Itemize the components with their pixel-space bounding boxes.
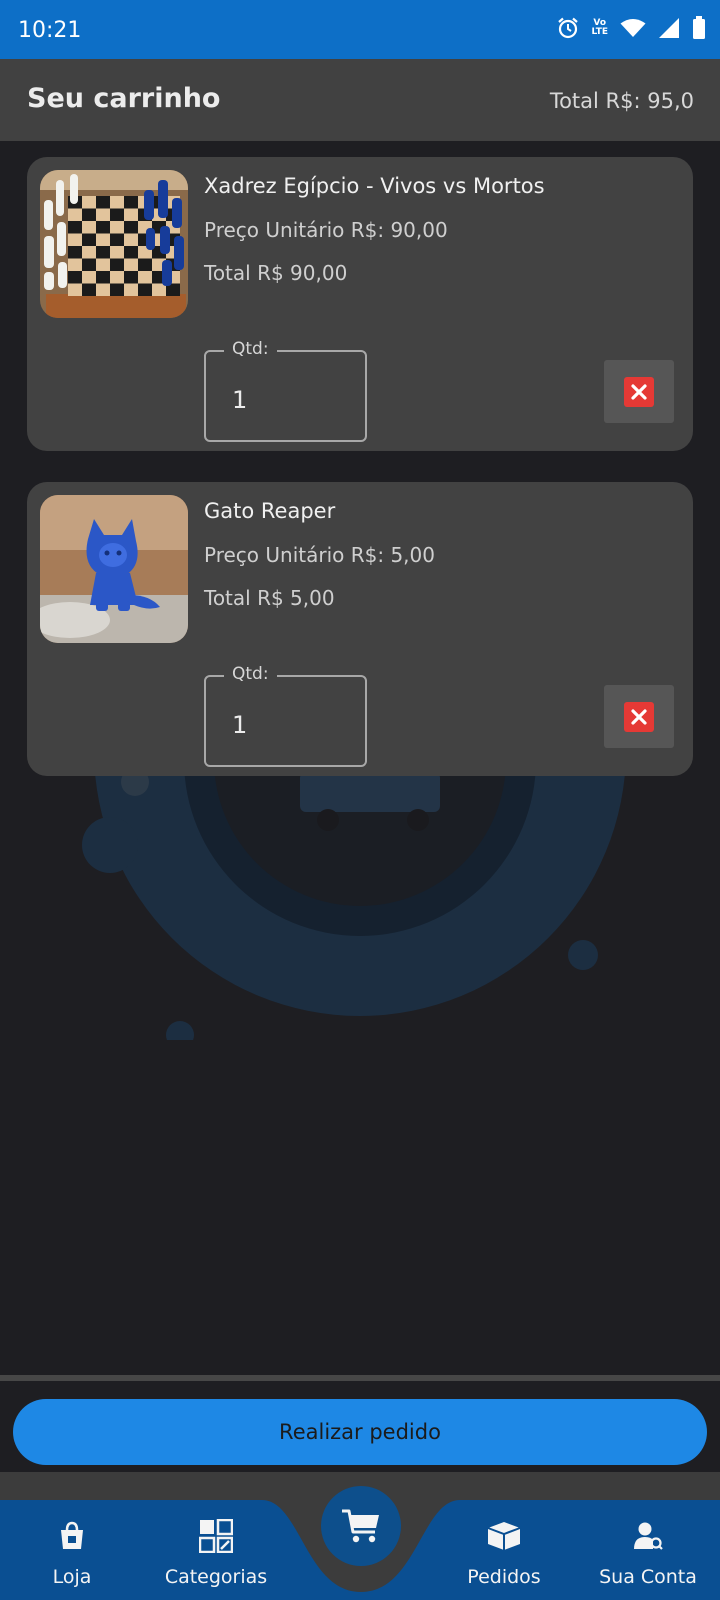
wifi-icon xyxy=(620,19,646,37)
blue-cat-figurine-photo xyxy=(40,495,188,643)
volte-indicator: Vo LTE xyxy=(591,18,608,37)
quantity-field[interactable]: Qtd: 1 xyxy=(204,339,367,442)
place-order-button[interactable]: Realizar pedido xyxy=(13,1399,707,1465)
quantity-value[interactable]: 1 xyxy=(232,711,247,739)
account-icon xyxy=(634,1522,663,1550)
unit-price: Preço Unitário R$: 90,00 xyxy=(204,218,448,242)
unit-price: Preço Unitário R$: 5,00 xyxy=(204,543,435,567)
page-title: Seu carrinho xyxy=(27,83,221,114)
quantity-field[interactable]: Qtd: 1 xyxy=(204,664,367,767)
store-bag-icon xyxy=(61,1521,83,1549)
status-bar: 10:21 Vo LTE xyxy=(0,0,720,59)
cart-item: Gato Reaper Preço Unitário R$: 5,00 Tota… xyxy=(27,482,693,776)
nav-label: Pedidos xyxy=(467,1566,541,1588)
product-image[interactable] xyxy=(40,495,188,643)
cart-item: Xadrez Egípcio - Vivos vs Mortos Preço U… xyxy=(27,157,693,451)
close-icon xyxy=(624,376,654,407)
nav-label: Categorias xyxy=(164,1566,268,1588)
line-total: Total R$ 90,00 xyxy=(204,261,348,285)
quantity-label: Qtd: xyxy=(224,664,277,684)
quantity-value[interactable]: 1 xyxy=(232,386,247,414)
status-time: 10:21 xyxy=(18,18,82,43)
product-image[interactable] xyxy=(40,170,188,318)
cart-header: Seu carrinho Total R$: 95,0 xyxy=(0,59,720,141)
cell-signal-icon xyxy=(659,18,679,38)
cart-total: Total R$: 95,0 xyxy=(549,89,694,113)
categories-grid-icon xyxy=(199,1519,233,1553)
alarm-icon xyxy=(558,17,579,39)
line-total: Total R$ 5,00 xyxy=(204,586,335,610)
cart-fab-button[interactable] xyxy=(321,1486,401,1566)
nav-label: Sua Conta xyxy=(599,1566,697,1588)
nav-label: Loja xyxy=(52,1566,92,1588)
package-icon xyxy=(487,1522,521,1550)
nav-item-sua-conta[interactable]: Sua Conta xyxy=(596,1472,700,1600)
quantity-label: Qtd: xyxy=(224,339,277,359)
cart-icon xyxy=(342,1509,379,1543)
nav-item-categorias[interactable]: Categorias xyxy=(160,1472,272,1600)
status-icons: Vo LTE xyxy=(557,16,706,40)
remove-item-button[interactable] xyxy=(604,685,674,748)
product-name[interactable]: Xadrez Egípcio - Vivos vs Mortos xyxy=(204,174,545,198)
battery-icon xyxy=(693,16,705,39)
chess-set-photo xyxy=(40,170,188,318)
nav-item-pedidos[interactable]: Pedidos xyxy=(460,1472,548,1600)
remove-item-button[interactable] xyxy=(604,360,674,423)
nav-item-loja[interactable]: Loja xyxy=(30,1472,114,1600)
close-icon xyxy=(624,701,654,732)
product-name[interactable]: Gato Reaper xyxy=(204,499,335,523)
